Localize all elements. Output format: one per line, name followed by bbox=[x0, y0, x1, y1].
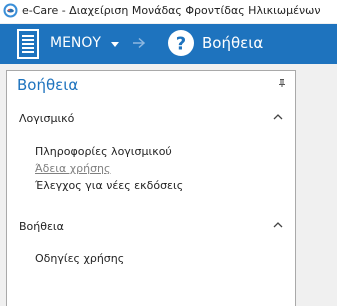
help-circle-icon: ? bbox=[168, 30, 194, 56]
list-item-license[interactable]: Άδεια χρήσης bbox=[35, 162, 110, 175]
title-bar: e-Care - Διαχείριση Μονάδας Φροντίδας Ηλ… bbox=[0, 0, 337, 23]
chevron-up-icon[interactable] bbox=[273, 222, 283, 228]
list-item-check-updates[interactable]: Έλεγχος για νέες εκδόσεις bbox=[35, 179, 183, 192]
arrow-right-icon bbox=[133, 37, 146, 49]
chevron-up-icon[interactable] bbox=[273, 114, 283, 120]
section-header-software[interactable]: Λογισμικό bbox=[19, 112, 74, 125]
document-menu-icon bbox=[17, 29, 39, 59]
window-title: e-Care - Διαχείριση Μονάδας Φροντίδας Ηλ… bbox=[22, 4, 321, 17]
current-page-label: Βοήθεια bbox=[202, 34, 264, 52]
panel-title: Βοήθεια bbox=[17, 76, 79, 94]
menu-button[interactable]: ΜΕΝΟΥ bbox=[0, 24, 128, 64]
main-toolbar: ΜΕΝΟΥ ? Βοήθεια bbox=[0, 24, 337, 64]
list-item-software-info[interactable]: Πληροφορίες λογισμικού bbox=[35, 145, 172, 158]
menu-label: ΜΕΝΟΥ bbox=[50, 35, 101, 51]
section-header-help[interactable]: Βοήθεια bbox=[19, 220, 64, 233]
app-logo-icon bbox=[3, 3, 18, 18]
list-item-user-guide[interactable]: Οδηγίες χρήσης bbox=[35, 252, 124, 265]
app-window: e-Care - Διαχείριση Μονάδας Φροντίδας Ηλ… bbox=[0, 0, 337, 306]
caret-down-icon bbox=[111, 42, 119, 47]
pin-icon[interactable] bbox=[279, 79, 285, 87]
breadcrumb-help[interactable]: ? Βοήθεια bbox=[164, 24, 274, 64]
help-panel: Βοήθεια Λογισμικό Πληροφορίες λογισμικού… bbox=[6, 70, 296, 306]
svg-text:?: ? bbox=[176, 34, 186, 55]
